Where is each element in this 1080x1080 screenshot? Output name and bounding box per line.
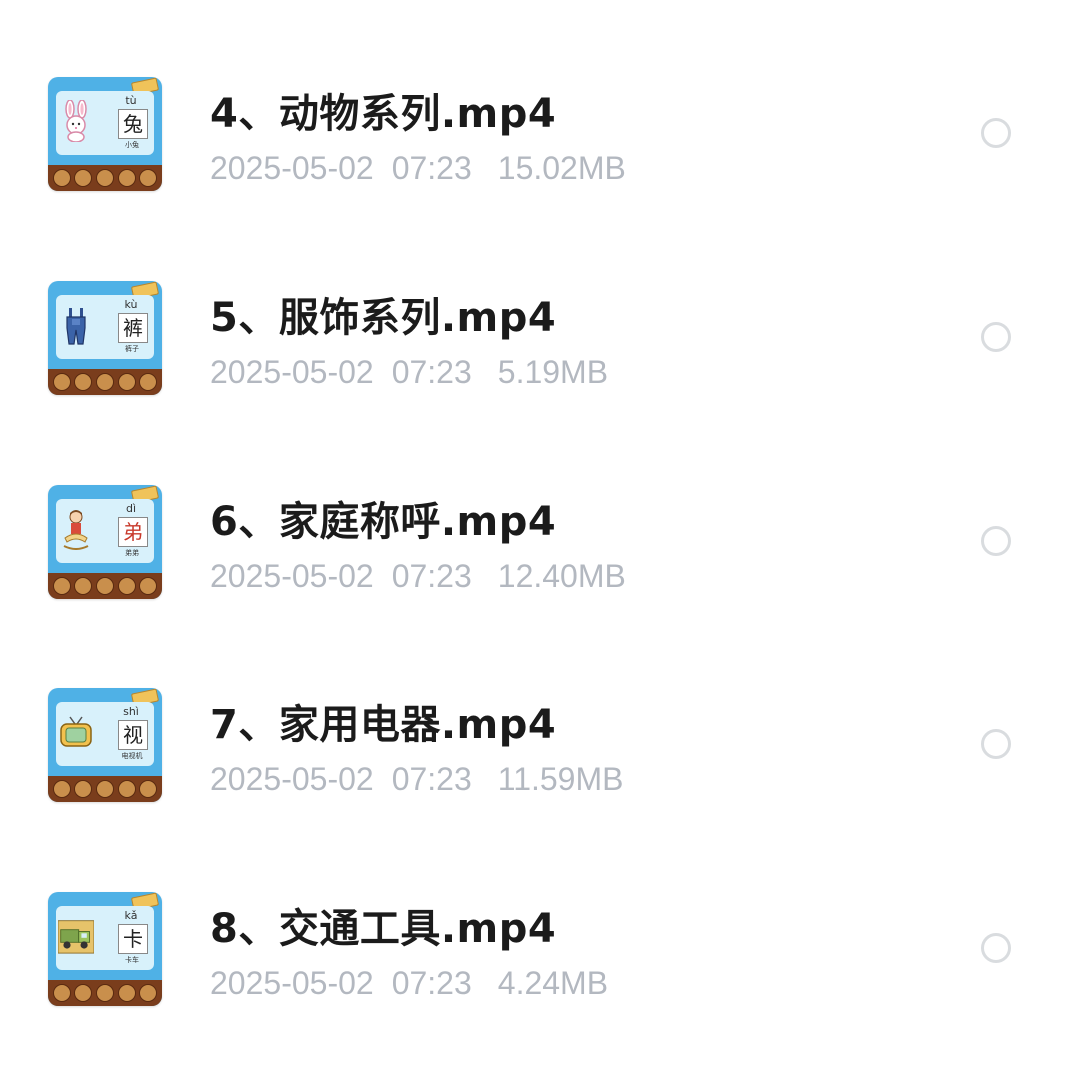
thumbnail-coin xyxy=(95,780,114,798)
file-time: 07:23 xyxy=(391,150,472,186)
video-thumbnail: dì 弟 弟弟 xyxy=(48,485,162,599)
file-date: 2025-05-02 xyxy=(210,150,374,186)
thumbnail-coin xyxy=(117,780,136,798)
file-time: 07:23 xyxy=(391,354,472,390)
thumbnail-coin xyxy=(117,577,136,595)
thumbnail-coin xyxy=(74,169,93,187)
file-row[interactable]: dì 弟 弟弟 6、家庭称呼.mp4 2025-05-02 07:23 12.40M… xyxy=(0,485,1080,665)
file-name[interactable]: 7、家用电器.mp4 xyxy=(210,692,556,750)
file-date: 2025-05-02 xyxy=(210,558,374,594)
file-size: 5.19MB xyxy=(497,354,609,390)
thumbnail-coin xyxy=(117,373,136,391)
thumbnail-strip xyxy=(48,369,162,395)
thumbnail-coin xyxy=(139,373,158,391)
file-meta: 2025-05-02 07:23 11.59MB xyxy=(210,761,623,798)
file-list: tù 兔 小兔 4、动物系列.mp4 2025-05-02 07:23 15.02M… xyxy=(0,0,1080,1080)
thumbnail-character: 裤 xyxy=(118,313,148,343)
thumbnail-coin xyxy=(74,984,93,1002)
television-icon xyxy=(58,710,94,754)
thumbnail-caption: 电视机 xyxy=(121,752,143,760)
thumbnail-strip xyxy=(48,776,162,802)
file-time: 07:23 xyxy=(391,558,472,594)
thumbnail-coin xyxy=(74,780,93,798)
thumbnail-caption: 弟弟 xyxy=(125,549,139,557)
file-name[interactable]: 4、动物系列.mp4 xyxy=(210,81,556,139)
thumbnail-strip xyxy=(48,165,162,191)
thumbnail-coin xyxy=(95,169,114,187)
thumbnail-coin xyxy=(117,169,136,187)
file-name[interactable]: 5、服饰系列.mp4 xyxy=(210,285,556,343)
file-date: 2025-05-02 xyxy=(210,965,374,1001)
select-radio[interactable] xyxy=(981,729,1011,759)
overalls-icon xyxy=(58,303,94,347)
file-name[interactable]: 6、家庭称呼.mp4 xyxy=(210,489,556,547)
truck-icon xyxy=(58,914,94,958)
thumbnail-coin xyxy=(52,577,71,595)
file-time: 07:23 xyxy=(391,761,472,797)
file-meta: 2025-05-02 07:23 4.24MB xyxy=(210,965,608,1002)
boy-on-rocking-horse-icon xyxy=(58,507,94,551)
thumbnail-caption: 小兔 xyxy=(125,141,139,149)
rabbit-icon xyxy=(58,99,94,143)
file-row[interactable]: shì 视 电视机 7、家用电器.mp4 2025-05-02 07:23 11.5… xyxy=(0,688,1080,868)
thumbnail-character: 视 xyxy=(118,720,148,750)
thumbnail-pinyin: tù xyxy=(125,94,137,107)
file-date: 2025-05-02 xyxy=(210,761,374,797)
thumbnail-coin xyxy=(139,780,158,798)
thumbnail-coin xyxy=(52,373,71,391)
file-row[interactable]: tù 兔 小兔 4、动物系列.mp4 2025-05-02 07:23 15.02M… xyxy=(0,77,1080,257)
thumbnail-strip xyxy=(48,980,162,1006)
thumbnail-pinyin: kǎ xyxy=(124,909,138,922)
select-radio[interactable] xyxy=(981,933,1011,963)
select-radio[interactable] xyxy=(981,322,1011,352)
file-meta: 2025-05-02 07:23 12.40MB xyxy=(210,558,626,595)
file-size: 12.40MB xyxy=(497,558,626,594)
thumbnail-coin xyxy=(74,577,93,595)
file-meta: 2025-05-02 07:23 15.02MB xyxy=(210,150,626,187)
thumbnail-character: 卡 xyxy=(118,924,148,954)
thumbnail-coin xyxy=(52,780,71,798)
thumbnail-coin xyxy=(95,373,114,391)
thumbnail-coin xyxy=(117,984,136,1002)
thumbnail-pinyin: kù xyxy=(124,298,138,311)
file-size: 11.59MB xyxy=(497,761,624,797)
thumbnail-coin xyxy=(52,169,71,187)
thumbnail-coin xyxy=(52,984,71,1002)
thumbnail-character: 弟 xyxy=(118,517,148,547)
file-time: 07:23 xyxy=(391,965,472,1001)
thumbnail-coin xyxy=(74,373,93,391)
video-thumbnail: shì 视 电视机 xyxy=(48,688,162,802)
thumbnail-character: 兔 xyxy=(118,109,148,139)
file-name[interactable]: 8、交通工具.mp4 xyxy=(210,896,556,954)
file-row[interactable]: kù 裤 裤子 5、服饰系列.mp4 2025-05-02 07:23 5.19MB xyxy=(0,281,1080,461)
file-date: 2025-05-02 xyxy=(210,354,374,390)
thumbnail-caption: 裤子 xyxy=(125,345,139,353)
file-size: 15.02MB xyxy=(497,150,626,186)
thumbnail-pinyin: dì xyxy=(125,502,137,515)
select-radio[interactable] xyxy=(981,526,1011,556)
file-row[interactable]: kǎ 卡 卡车 8、交通工具.mp4 2025-05-02 07:23 4.24MB xyxy=(0,892,1080,1072)
thumbnail-pinyin: shì xyxy=(123,705,139,718)
file-meta: 2025-05-02 07:23 5.19MB xyxy=(210,354,608,391)
thumbnail-strip xyxy=(48,573,162,599)
thumbnail-coin xyxy=(139,577,158,595)
video-thumbnail: tù 兔 小兔 xyxy=(48,77,162,191)
select-radio[interactable] xyxy=(981,118,1011,148)
thumbnail-coin xyxy=(95,577,114,595)
thumbnail-coin xyxy=(139,169,158,187)
video-thumbnail: kù 裤 裤子 xyxy=(48,281,162,395)
thumbnail-caption: 卡车 xyxy=(125,956,139,964)
thumbnail-coin xyxy=(139,984,158,1002)
file-size: 4.24MB xyxy=(497,965,609,1001)
video-thumbnail: kǎ 卡 卡车 xyxy=(48,892,162,1006)
thumbnail-coin xyxy=(95,984,114,1002)
